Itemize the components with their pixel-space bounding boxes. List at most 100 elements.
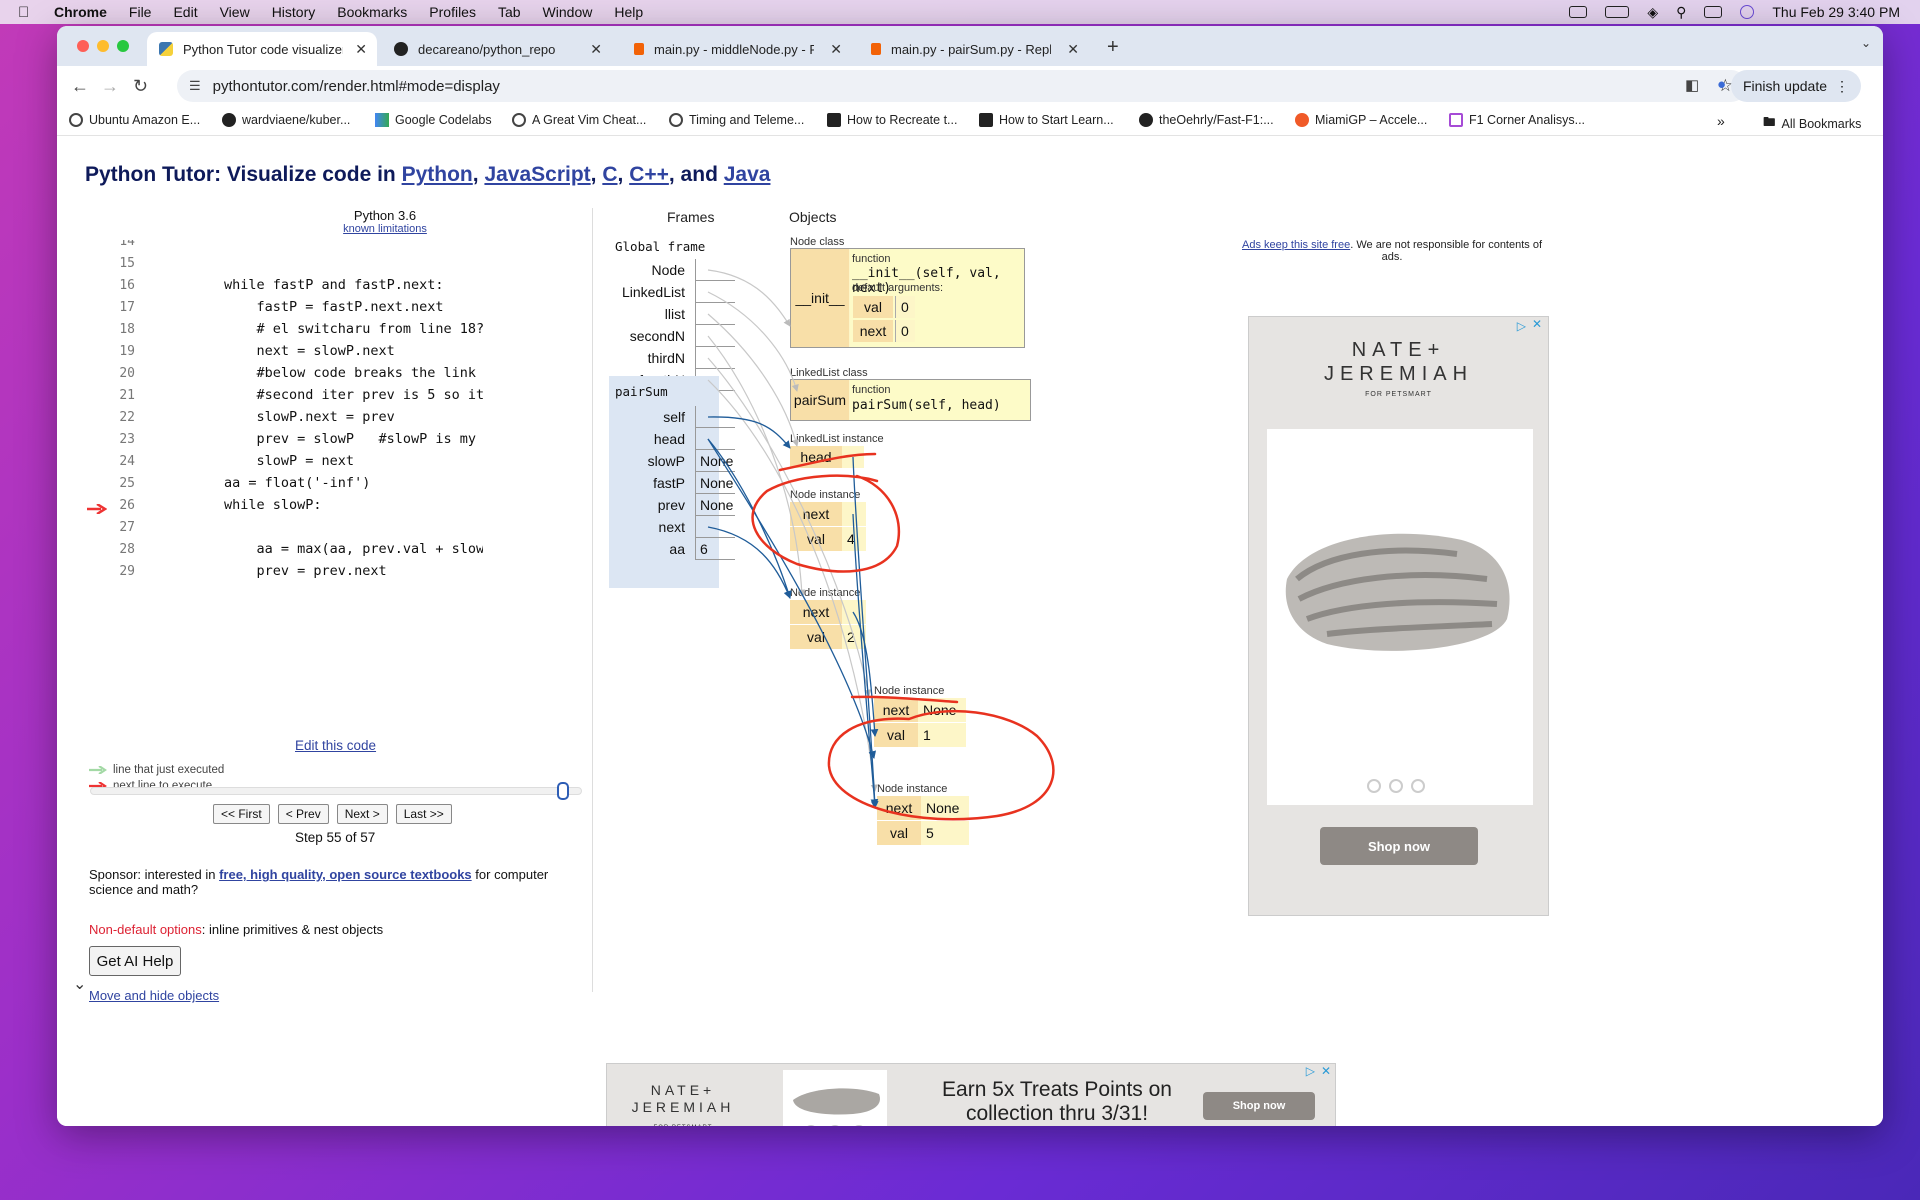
line-number[interactable]: 18 bbox=[85, 322, 135, 337]
line-number[interactable]: 29 bbox=[85, 564, 135, 579]
bookmark-item[interactable]: Timing and Teleme... bbox=[669, 113, 804, 127]
tab-search-chevron-icon[interactable]: ⌄ bbox=[1861, 36, 1871, 50]
adchoices-icon[interactable]: ▷ bbox=[1306, 1064, 1315, 1078]
close-tab-icon[interactable]: ✕ bbox=[830, 41, 842, 58]
line-number[interactable]: 19 bbox=[85, 344, 135, 359]
tab-replit-pairsum[interactable]: main.py - pairSum.py - Replit ✕ bbox=[859, 32, 1089, 66]
zoom-window-button[interactable] bbox=[117, 40, 129, 52]
clock[interactable]: Thu Feb 29 3:40 PM bbox=[1772, 4, 1900, 20]
site-info-icon[interactable]: ☰ bbox=[189, 78, 201, 94]
reload-icon[interactable]: ↻ bbox=[133, 76, 148, 97]
slider-thumb[interactable] bbox=[557, 782, 569, 800]
lang-link-c[interactable]: C bbox=[602, 163, 617, 186]
line-number[interactable]: 21 bbox=[85, 388, 135, 403]
side-panel-icon[interactable]: ◧ bbox=[1685, 76, 1699, 94]
close-window-button[interactable] bbox=[77, 40, 89, 52]
close-tab-icon[interactable]: ✕ bbox=[355, 41, 367, 58]
banner-shop-now-button[interactable]: Shop now bbox=[1203, 1092, 1315, 1120]
finish-update-button[interactable]: Finish update ⋮ bbox=[1730, 70, 1861, 102]
ad-product-card[interactable] bbox=[1267, 429, 1533, 805]
menu-tab[interactable]: Tab bbox=[498, 4, 521, 20]
apple-icon[interactable]:  bbox=[18, 4, 40, 21]
code-line: 28 aa = max(aa, prev.val + slowP.val) bbox=[85, 538, 483, 560]
node4-val-field: val bbox=[877, 821, 921, 845]
control-center-icon[interactable] bbox=[1704, 6, 1723, 18]
side-ad[interactable]: ▷ ✕ NATE+ JEREMIAH FOR PETSMART Shop now bbox=[1248, 316, 1549, 916]
close-tab-icon[interactable]: ✕ bbox=[590, 41, 602, 58]
more-bookmarks-chevron-icon[interactable]: » bbox=[1717, 113, 1725, 129]
tab-python-tutor[interactable]: Python Tutor code visualizer: ✕ bbox=[147, 32, 377, 66]
close-tab-icon[interactable]: ✕ bbox=[1067, 41, 1079, 58]
tab-github[interactable]: decareano/python_repo ✕ bbox=[382, 32, 612, 66]
bookmark-item[interactable]: MiamiGP – Accele... bbox=[1295, 113, 1427, 127]
edit-code-link[interactable]: Edit this code bbox=[295, 738, 376, 753]
back-arrow-icon[interactable]: ← bbox=[71, 76, 89, 97]
line-number[interactable]: 16 bbox=[85, 278, 135, 293]
move-hide-objects-link[interactable]: Move and hide objects bbox=[89, 988, 219, 1003]
siri-icon[interactable] bbox=[1740, 5, 1755, 19]
ad-shop-now-button[interactable]: Shop now bbox=[1320, 827, 1478, 865]
bookmark-item[interactable]: F1 Corner Analisys... bbox=[1449, 113, 1585, 127]
menu-window[interactable]: Window bbox=[543, 4, 593, 20]
carousel-dots[interactable] bbox=[1367, 779, 1425, 793]
line-number[interactable]: 15 bbox=[85, 256, 135, 271]
spotlight-search-icon[interactable]: ⚲ bbox=[1676, 4, 1686, 21]
bookmark-item[interactable]: wardviaene/kuber... bbox=[222, 113, 350, 127]
line-number[interactable]: 22 bbox=[85, 410, 135, 425]
close-ad-icon[interactable]: ✕ bbox=[1321, 1064, 1331, 1078]
prev-button[interactable]: < Prev bbox=[277, 804, 329, 824]
tab-replit-middlenode[interactable]: main.py - middleNode.py - Re ✕ bbox=[622, 32, 852, 66]
video-muted-icon[interactable] bbox=[1569, 6, 1588, 18]
last-button[interactable]: Last >> bbox=[395, 804, 452, 824]
line-number[interactable]: 24 bbox=[85, 454, 135, 469]
new-tab-button[interactable]: + bbox=[1107, 36, 1119, 59]
bookmark-item[interactable]: Ubuntu Amazon E... bbox=[69, 113, 200, 127]
line-number[interactable]: 28 bbox=[85, 542, 135, 557]
address-bar[interactable]: ☰ pythontutor.com/render.html#mode=displ… bbox=[177, 70, 1747, 102]
line-number[interactable]: 23 bbox=[85, 432, 135, 447]
lang-link-python[interactable]: Python bbox=[402, 163, 473, 186]
bookmark-item[interactable]: A Great Vim Cheat... bbox=[512, 113, 646, 127]
lang-link-cpp[interactable]: C++ bbox=[629, 163, 669, 186]
collapse-chevron-icon[interactable]: ⌄ bbox=[73, 974, 86, 994]
bookmark-item[interactable]: Google Codelabs bbox=[375, 113, 492, 127]
bottom-banner-ad[interactable]: ▷ ✕ NATE+JEREMIAH FOR PETSMART Earn 5x Tr… bbox=[606, 1063, 1336, 1126]
get-ai-help-button[interactable]: Get AI Help bbox=[89, 946, 181, 976]
line-number[interactable]: 25 bbox=[85, 476, 135, 491]
minimize-window-button[interactable] bbox=[97, 40, 109, 52]
lang-link-javascript[interactable]: JavaScript bbox=[484, 163, 590, 186]
forward-arrow-icon[interactable]: → bbox=[101, 76, 119, 97]
code-text: prev = slowP #slowP is my curr bbox=[159, 431, 483, 447]
menu-view[interactable]: View bbox=[220, 4, 250, 20]
code-display[interactable]: 14 15 16 while fastP and fastP.next: 17 fas… bbox=[85, 240, 483, 582]
profile-avatar-icon[interactable]: ● bbox=[1717, 76, 1726, 93]
adchoices-icon[interactable]: ▷ bbox=[1517, 319, 1526, 333]
menu-bookmarks[interactable]: Bookmarks bbox=[337, 4, 407, 20]
menu-file[interactable]: File bbox=[129, 4, 152, 20]
battery-icon[interactable] bbox=[1605, 6, 1630, 18]
line-number[interactable]: 14 bbox=[85, 240, 135, 249]
close-ad-icon[interactable]: ✕ bbox=[1532, 317, 1542, 331]
known-limitations-link[interactable]: known limitations bbox=[307, 223, 463, 235]
url-text[interactable]: pythontutor.com/render.html#mode=display bbox=[213, 78, 500, 95]
step-slider[interactable] bbox=[90, 782, 582, 800]
line-number[interactable]: 26 bbox=[85, 498, 135, 514]
menu-app[interactable]: Chrome bbox=[54, 4, 107, 20]
line-number[interactable]: 27 bbox=[85, 520, 135, 535]
menu-help[interactable]: Help bbox=[614, 4, 643, 20]
line-number[interactable]: 17 bbox=[85, 300, 135, 315]
lang-link-java[interactable]: Java bbox=[724, 163, 771, 186]
menu-history[interactable]: History bbox=[272, 4, 316, 20]
line-number[interactable]: 20 bbox=[85, 366, 135, 381]
menu-edit[interactable]: Edit bbox=[173, 4, 197, 20]
wifi-icon[interactable]: ◈ bbox=[1647, 4, 1658, 21]
bookmark-item[interactable]: How to Start Learn... bbox=[979, 113, 1114, 127]
bookmark-item[interactable]: How to Recreate t... bbox=[827, 113, 957, 127]
all-bookmarks[interactable]: 🖿 All Bookmarks bbox=[1763, 113, 1861, 134]
next-button[interactable]: Next > bbox=[336, 804, 388, 824]
bookmark-item[interactable]: theOehrly/Fast-F1:... bbox=[1139, 113, 1274, 127]
textbooks-link[interactable]: free, high quality, open source textbook… bbox=[219, 867, 472, 882]
menu-profiles[interactable]: Profiles bbox=[429, 4, 476, 20]
ads-link[interactable]: Ads keep this site free bbox=[1242, 239, 1350, 251]
first-button[interactable]: << First bbox=[213, 804, 270, 824]
